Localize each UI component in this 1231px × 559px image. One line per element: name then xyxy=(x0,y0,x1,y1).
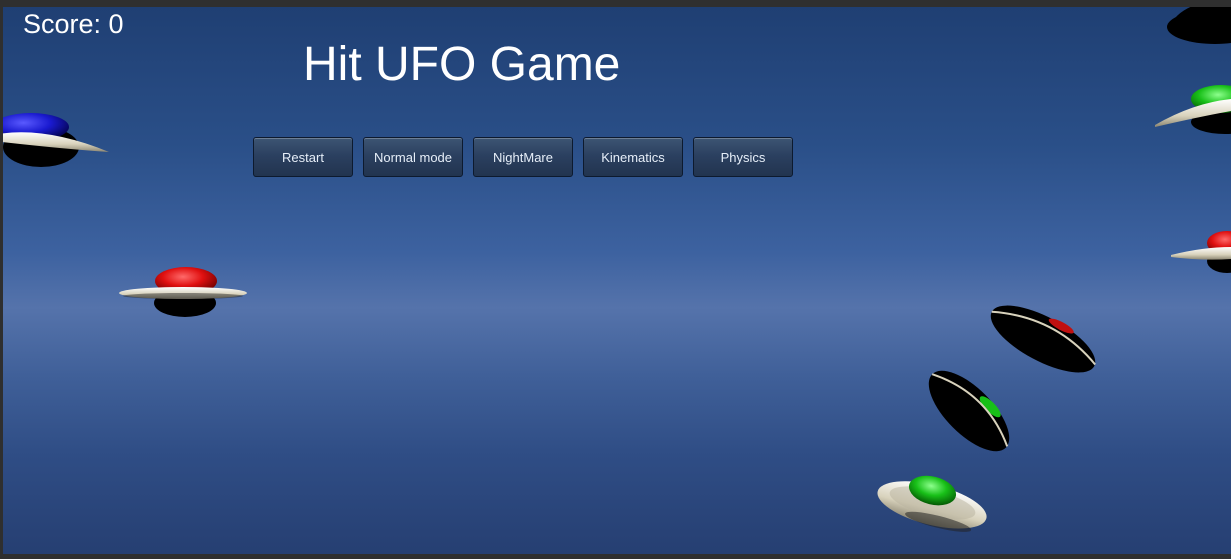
ufo-tilted-green[interactable] xyxy=(916,358,1022,464)
mode-button-bar: Restart Normal mode NightMare Kinematics… xyxy=(253,137,793,177)
physics-button[interactable]: Physics xyxy=(693,137,793,177)
nightmare-mode-button[interactable]: NightMare xyxy=(473,137,573,177)
ufo-tilted-red[interactable] xyxy=(981,291,1105,386)
score-label: Score: 0 xyxy=(23,9,124,39)
game-viewport[interactable]: Score: 0 Hit UFO Game Restart Normal mod… xyxy=(3,7,1231,554)
ufo-blue[interactable] xyxy=(3,113,109,167)
ufo-top-right-edge[interactable] xyxy=(1167,7,1231,44)
game-title: Hit UFO Game xyxy=(303,38,621,91)
ufo-red-right-edge[interactable] xyxy=(1171,231,1231,273)
game-window: Score: 0 Hit UFO Game Restart Normal mod… xyxy=(0,0,1231,559)
kinematics-button[interactable]: Kinematics xyxy=(583,137,683,177)
ufo-green-bottom[interactable] xyxy=(873,464,994,539)
ufo-red[interactable] xyxy=(119,267,247,317)
restart-button[interactable]: Restart xyxy=(253,137,353,177)
normal-mode-button[interactable]: Normal mode xyxy=(363,137,463,177)
ufo-green-top-right[interactable] xyxy=(1155,85,1231,134)
